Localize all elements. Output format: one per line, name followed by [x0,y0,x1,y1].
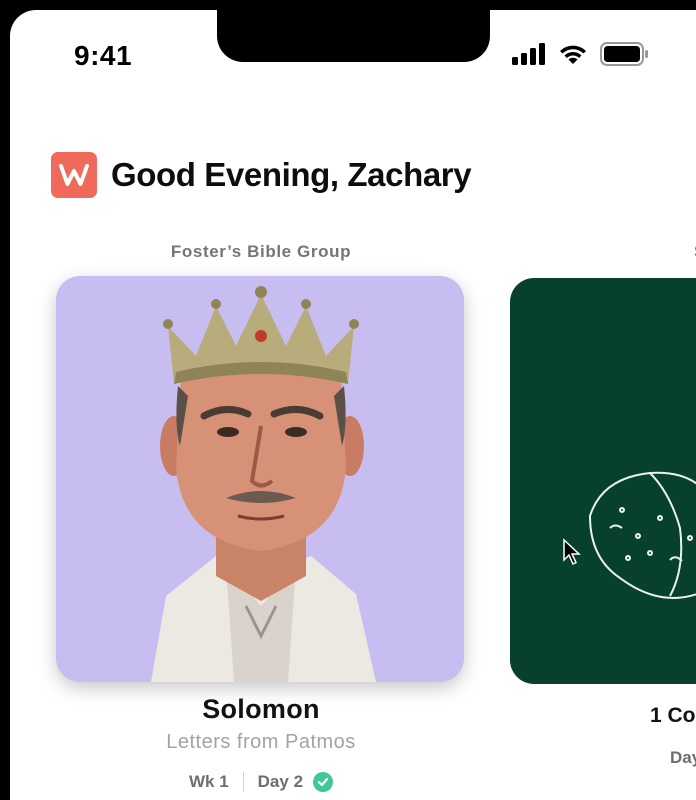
check-icon [313,772,334,792]
week-label: Wk 1 [188,772,229,791]
cellular-signal-icon [512,43,545,65]
greeting-header: Good Evening, Zachary [51,152,472,198]
bread-illustration [588,471,696,599]
study-artwork[interactable] [510,278,696,684]
wifi-icon [560,45,586,64]
progress-divider [242,772,244,792]
progress-row: Wk 1 Day 2 [56,772,466,792]
status-icons [512,42,650,66]
battery-icon [600,42,648,66]
king-portrait-illustration [151,286,376,682]
app-logo[interactable] [51,152,97,198]
study-card[interactable]: Foster’s Bible Group Solomon Letters fro… [56,242,466,792]
card-subtitle: Letters from Patmos [166,731,356,753]
mouse-cursor-icon [563,538,581,566]
greeting-title: Good Evening, Zachary [111,156,472,193]
w-logo-icon [59,164,89,186]
day-label: Day 2 [257,772,304,791]
status-time: 9:41 [74,40,133,71]
device-notch [217,10,490,62]
group-label: Foster’s Bible Group [170,242,352,261]
study-artwork[interactable] [56,276,464,682]
day-label: Day [670,748,696,767]
phone-screen: 9:41 Good Evening, Zachary Foster’s Bibl… [10,10,696,800]
card-title: 1 Co [650,704,696,727]
card-title: Solomon [202,694,320,724]
